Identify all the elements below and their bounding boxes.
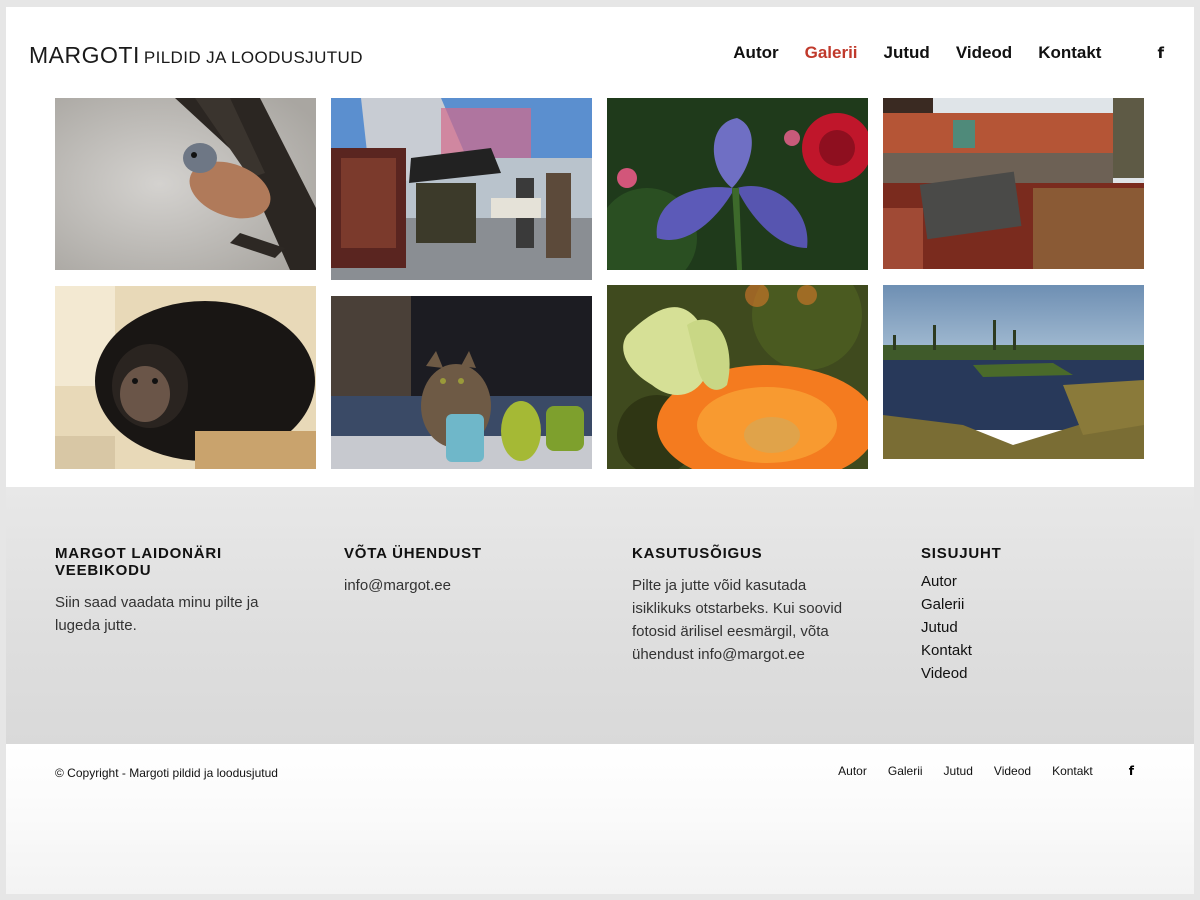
cat-with-vases-photo[interactable]	[331, 296, 592, 469]
bottom-nav-jutud[interactable]: Jutud	[944, 764, 973, 778]
bottom-nav-autor[interactable]: Autor	[838, 764, 867, 778]
footer-usage-title: KASUTUSÕIGUS	[632, 545, 763, 562]
footer-about-text: Siin saad vaadata minu pilte ja lugeda j…	[55, 594, 259, 634]
bog-lake-photo[interactable]	[883, 285, 1144, 459]
bottom-nav-kontakt[interactable]: Kontakt	[1052, 764, 1093, 778]
chimpanzee-photo[interactable]	[55, 286, 316, 469]
bottom-nav-galerii[interactable]: Galerii	[888, 764, 923, 778]
old-house-rugs-photo[interactable]	[883, 98, 1144, 269]
butterfly-on-flower-photo[interactable]	[607, 285, 868, 469]
purple-iris-photo[interactable]	[607, 98, 868, 270]
page: MARGOTI PILDID JA LOODUSJUTUD Autor Galer…	[6, 7, 1194, 894]
footer-usage-rights: KASUTUSÕIGUS Pilte ja jutte võid kasutad…	[632, 545, 867, 666]
footer-link-autor[interactable]: Autor	[921, 570, 1121, 593]
bottom-nav: Autor Galerii Jutud Videod Kontakt f	[817, 764, 1194, 778]
bottom-facebook-icon[interactable]: f	[1129, 764, 1134, 778]
footer-contact: VÕTA ÜHENDUST info@margot.ee	[344, 545, 594, 597]
footer-sitemap-list: Autor Galerii Jutud Kontakt Videod	[921, 570, 1121, 685]
bottom-nav-videod[interactable]: Videod	[994, 764, 1031, 778]
street-market-photo[interactable]	[331, 98, 592, 280]
photo-gallery	[6, 7, 1194, 487]
footer-sitemap-title: SISUJUHT	[921, 545, 1002, 562]
footer-about: MARGOT LAIDONÄRI VEEBIKODU Siin saad vaa…	[55, 545, 305, 637]
footer-contact-title: VÕTA ÜHENDUST	[344, 545, 482, 562]
bottom-bar: © Copyright - Margoti pildid ja loodusju…	[6, 744, 1194, 894]
footer-about-title: MARGOT LAIDONÄRI VEEBIKODU	[55, 545, 222, 579]
footer-usage-text: Pilte ja jutte võid kasutada isiklikuks …	[632, 577, 843, 663]
footer-link-kontakt[interactable]: Kontakt	[921, 639, 1121, 662]
footer-link-galerii[interactable]: Galerii	[921, 593, 1121, 616]
site-footer: MARGOT LAIDONÄRI VEEBIKODU Siin saad vaa…	[6, 487, 1194, 744]
bird-on-branch-photo[interactable]	[55, 98, 316, 270]
footer-sitemap: SISUJUHT Autor Galerii Jutud Kontakt Vid…	[921, 545, 1121, 685]
copyright-text: © Copyright - Margoti pildid ja loodusju…	[55, 766, 278, 780]
footer-contact-email[interactable]: info@margot.ee	[344, 574, 594, 597]
footer-link-videod[interactable]: Videod	[921, 662, 1121, 685]
footer-link-jutud[interactable]: Jutud	[921, 616, 1121, 639]
